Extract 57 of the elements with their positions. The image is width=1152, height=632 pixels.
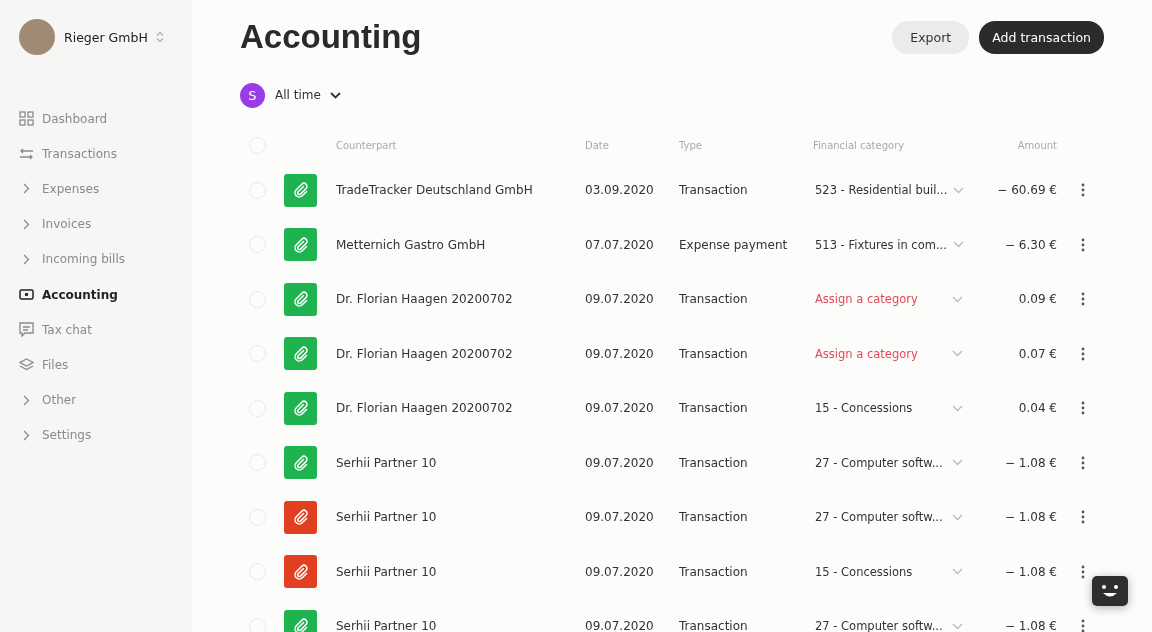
amount-cell-text: − 1.08 €	[1003, 455, 1057, 470]
sidebar-item[interactable]: Accounting	[19, 276, 192, 313]
amount-cell-text: − 1.08 €	[1003, 619, 1057, 632]
user-avatar[interactable]: S	[240, 82, 265, 108]
export-button[interactable]: Export	[892, 20, 970, 54]
column-header: Date	[585, 139, 610, 151]
page-title: Accounting	[240, 18, 422, 56]
date-cell-text: 09.07.2020	[585, 346, 655, 361]
type-cell-text: Transaction	[679, 292, 749, 307]
counterpart-cell-text: Dr. Florian Haagen 20200702	[336, 401, 514, 416]
category-dropdown[interactable]: Assign a category	[815, 292, 918, 307]
date-cell-text: 09.07.2020	[585, 564, 655, 579]
column-header: Amount	[1016, 139, 1057, 151]
type-cell-text: Expense payment	[679, 237, 789, 252]
counterpart-cell-text: TradeTracker Deutschland GmbH	[336, 183, 534, 198]
amount-cell-text: − 6.30 €	[1003, 237, 1057, 252]
date-cell-text: 09.07.2020	[585, 455, 655, 470]
counterpart-cell-text: Dr. Florian Haagen 20200702	[336, 292, 514, 307]
category-dropdown[interactable]: 523 - Residential buil...	[815, 183, 948, 198]
date-cell-text: 09.07.2020	[585, 510, 655, 525]
date-cell-text: 07.07.2020	[585, 237, 655, 252]
counterpart-cell-text: Serhii Partner 10	[336, 619, 438, 632]
amount-cell-text: 0.07 €	[1017, 346, 1057, 361]
type-cell-text: Transaction	[679, 401, 749, 416]
amount-cell-text: − 1.08 €	[1003, 564, 1057, 579]
column-header: Counterpart	[335, 139, 398, 151]
type-cell-text: Transaction	[679, 455, 749, 470]
amount-cell-text: 0.09 €	[1017, 292, 1057, 307]
date-cell-text: 03.09.2020	[585, 183, 655, 198]
category-dropdown[interactable]: Assign a category	[815, 346, 918, 361]
category-dropdown[interactable]: 15 - Concessions	[815, 401, 913, 416]
category-dropdown[interactable]: 27 - Computer softw...	[815, 619, 943, 632]
type-cell-text: Transaction	[679, 619, 749, 632]
period-dropdown[interactable]: All time	[275, 88, 321, 102]
counterpart-cell-text: Serhii Partner 10	[336, 564, 438, 579]
amount-cell-text: 0.04 €	[1017, 401, 1057, 416]
category-dropdown[interactable]: 27 - Computer softw...	[815, 455, 943, 470]
counterpart-cell-text: Serhii Partner 10	[336, 455, 438, 470]
type-cell-text: Transaction	[679, 346, 749, 361]
amount-cell-text: − 60.69 €	[996, 183, 1057, 198]
type-cell-text: Transaction	[679, 183, 749, 198]
add-transaction-button[interactable]: Add transaction	[979, 20, 1104, 54]
counterpart-cell-text: Dr. Florian Haagen 20200702	[336, 346, 514, 361]
type-cell-text: Transaction	[679, 510, 749, 525]
column-header: Type	[679, 139, 703, 151]
date-cell-text: 09.07.2020	[585, 619, 655, 632]
account-switcher[interactable]: Rieger GmbH	[64, 29, 148, 45]
category-dropdown[interactable]: 27 - Computer softw...	[815, 510, 943, 525]
counterpart-cell-text: Metternich Gastro GmbH	[336, 237, 487, 252]
category-dropdown[interactable]: 513 - Fixtures in com...	[815, 237, 947, 252]
date-cell-text: 09.07.2020	[585, 401, 655, 416]
category-dropdown[interactable]: 15 - Concessions	[815, 564, 913, 579]
amount-cell-text: − 1.08 €	[1003, 510, 1057, 525]
column-header: Financial category	[813, 139, 906, 151]
counterpart-cell-text: Serhii Partner 10	[336, 510, 438, 525]
type-cell-text: Transaction	[679, 564, 749, 579]
date-cell-text: 09.07.2020	[585, 292, 655, 307]
